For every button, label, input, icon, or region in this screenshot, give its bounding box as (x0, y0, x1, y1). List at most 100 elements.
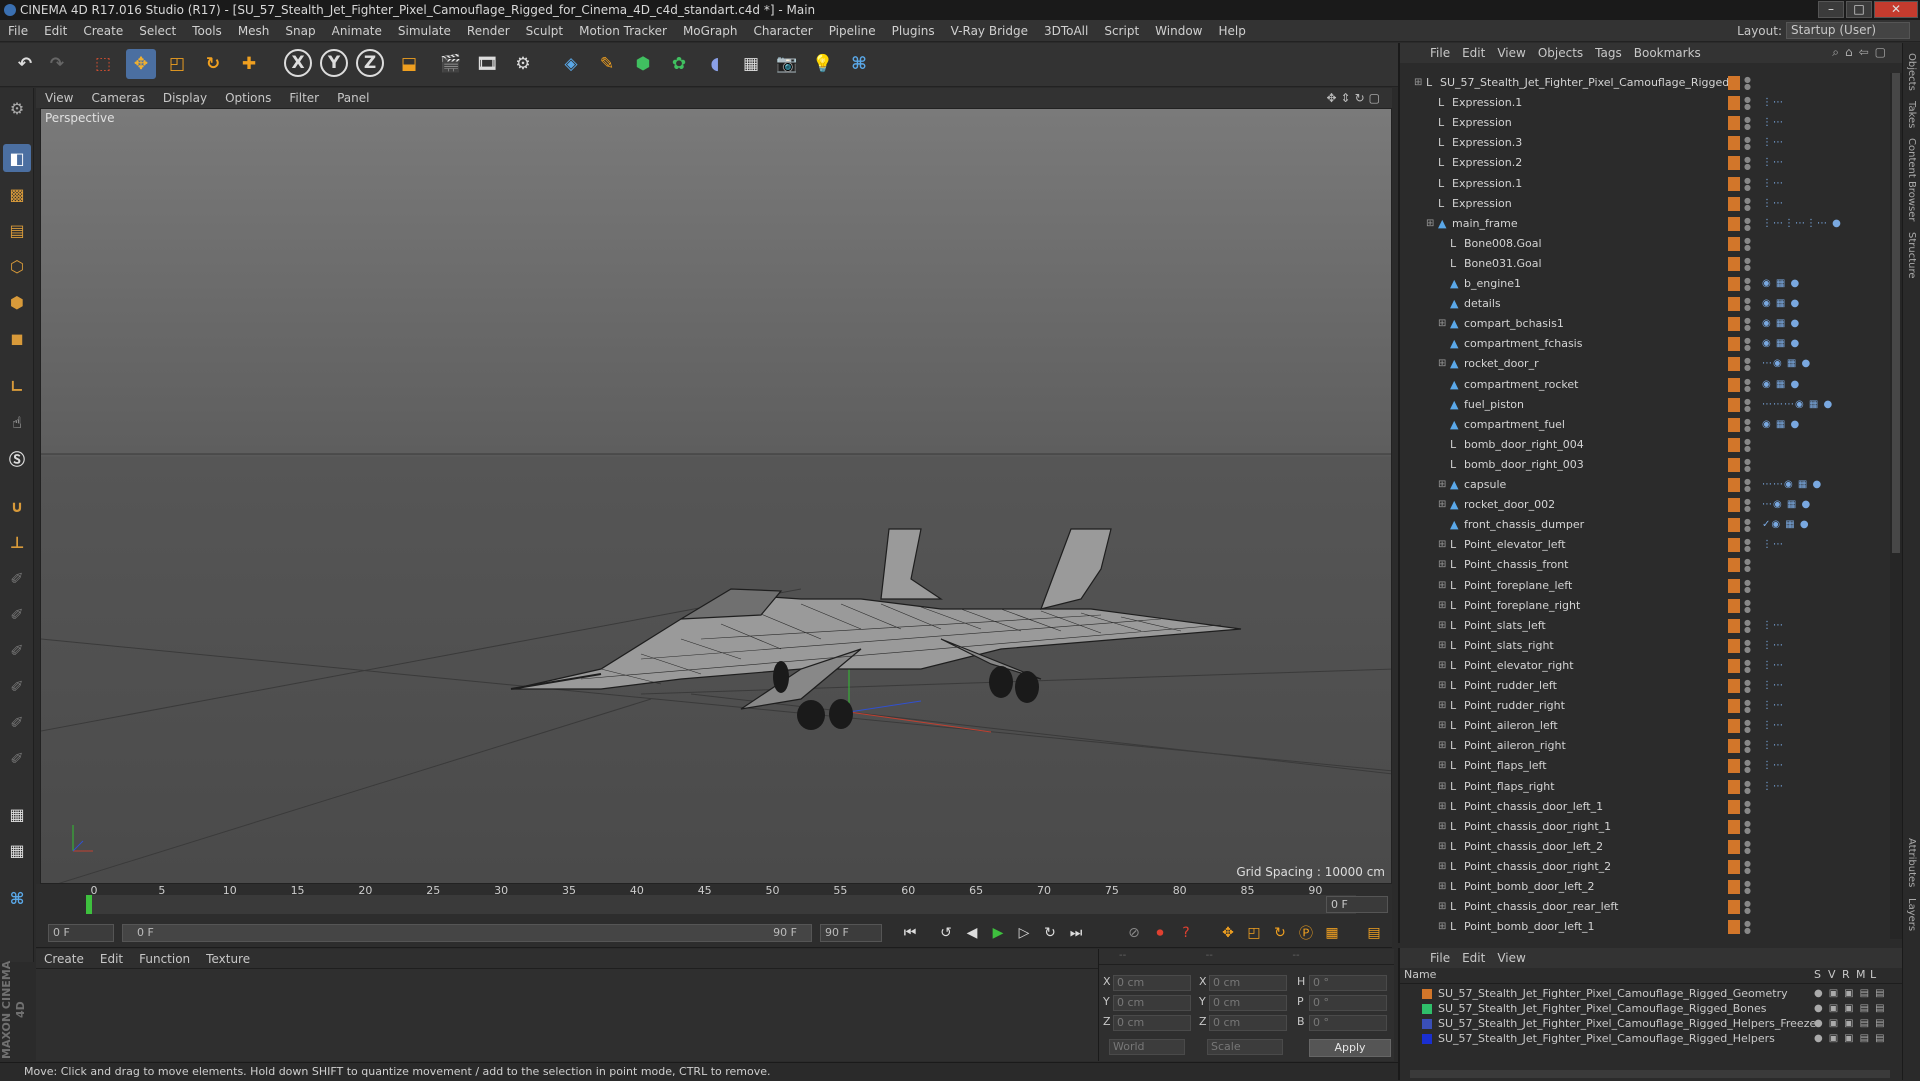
menu-help[interactable]: Help (1210, 24, 1253, 38)
menu-tools[interactable]: Tools (184, 24, 230, 38)
object-menu-edit[interactable]: Edit (1456, 46, 1491, 60)
layer-color-swatch[interactable] (1422, 1004, 1432, 1014)
go-to-start-icon[interactable]: ⏮ (898, 922, 922, 944)
visibility-dots[interactable]: ● ● (1744, 417, 1751, 432)
edges-mode-icon[interactable]: ⬢ (3, 288, 31, 316)
object-tags[interactable]: ⋯⋯⋯◉ ▦ ● (1762, 395, 1833, 415)
layer-color-swatch[interactable] (1728, 277, 1740, 291)
object-menu-view[interactable]: View (1491, 46, 1531, 60)
expand-toggle-icon[interactable]: ⊞ (1438, 535, 1446, 555)
camera-icon[interactable]: 📷 (772, 49, 802, 79)
render-view-icon[interactable]: 🎬 (436, 49, 466, 79)
cloner-icon[interactable]: ✿ (664, 49, 694, 79)
coordinate-system-icon[interactable]: ⬓ (394, 49, 424, 79)
layer-row[interactable]: SU_57_Stealth_Jet_Fighter_Pixel_Camoufla… (1404, 1031, 1894, 1046)
expand-toggle-icon[interactable]: ⊞ (1438, 354, 1446, 374)
layer-color-swatch[interactable] (1728, 699, 1740, 714)
visibility-dots[interactable]: ● ● (1744, 498, 1751, 513)
layer-color-swatch[interactable] (1728, 136, 1740, 151)
magnet-icon[interactable]: ∪ (3, 492, 31, 520)
object-row[interactable]: ▲ details ● ● ◉ ▦ ● (1400, 294, 1890, 314)
side-tab-attributes[interactable]: Attributes (1906, 838, 1917, 887)
previous-frame-icon[interactable]: ◀ (960, 922, 984, 944)
go-to-end-icon[interactable]: ⏭ (1064, 922, 1088, 944)
layer-color-swatch[interactable] (1728, 478, 1740, 492)
apply-button[interactable]: Apply (1309, 1039, 1391, 1057)
spline-pen-icon[interactable]: ✎ (592, 49, 622, 79)
object-tags[interactable]: ⋮⋯ (1762, 174, 1784, 194)
object-row[interactable]: ⊞ L Point_bomb_door_left_1 ● ● (1400, 917, 1890, 937)
menu-v-ray-bridge[interactable]: V-Ray Bridge (943, 24, 1036, 38)
layer-color-swatch[interactable] (1728, 759, 1740, 774)
key-pla-icon[interactable]: ▦ (1320, 922, 1344, 944)
menu-snap[interactable]: Snap (277, 24, 323, 38)
expand-toggle-icon[interactable]: ⊞ (1438, 576, 1446, 596)
viewport-menu-filter[interactable]: Filter (280, 91, 328, 105)
layer-color-swatch[interactable] (1728, 719, 1740, 734)
layer-row[interactable]: SU_57_Stealth_Jet_Fighter_Pixel_Camoufla… (1404, 986, 1894, 1001)
menu-animate[interactable]: Animate (324, 24, 390, 38)
visibility-dots[interactable]: ● ● (1744, 638, 1751, 653)
object-tags[interactable]: ◉ ▦ ● (1762, 375, 1800, 395)
timeline-ruler[interactable] (86, 895, 1356, 914)
layer-color-swatch[interactable] (1728, 518, 1740, 533)
material-menu-texture[interactable]: Texture (198, 952, 258, 966)
scale-tool-icon[interactable]: ◰ (162, 49, 192, 79)
object-row[interactable]: ⊞ L Point_elevator_left ● ● ⋮⋯ (1400, 535, 1890, 555)
object-row[interactable]: ⊞ L Point_flaps_left ● ● ⋮⋯ (1400, 756, 1890, 776)
guide-icon[interactable]: ▦ (3, 836, 31, 864)
undo-icon[interactable]: ↶ (10, 49, 40, 79)
object-tags[interactable]: ◉ ▦ ● (1762, 314, 1800, 334)
visibility-dots[interactable]: ● ● (1744, 337, 1751, 352)
coord-size-field[interactable]: 0 cm (1209, 995, 1287, 1011)
visibility-dots[interactable]: ● ● (1744, 598, 1751, 613)
record-active-icon[interactable]: ⏺ (1148, 922, 1172, 944)
menu-edit[interactable]: Edit (36, 24, 75, 38)
make-editable-icon[interactable]: ⚙ (3, 94, 31, 122)
object-tags[interactable]: ⋮⋯ (1762, 93, 1784, 113)
object-tags[interactable]: ◉ ▦ ● (1762, 274, 1800, 294)
expand-toggle-icon[interactable]: ⊞ (1438, 857, 1446, 877)
expand-toggle-icon[interactable]: ⊞ (1438, 636, 1446, 656)
visibility-dots[interactable]: ● ● (1744, 437, 1751, 452)
menu-window[interactable]: Window (1147, 24, 1210, 38)
object-row[interactable]: ▲ compartment_fuel ● ● ◉ ▦ ● (1400, 415, 1890, 435)
object-tags[interactable]: ⋮⋯ (1762, 696, 1784, 716)
subdivision-surface-icon[interactable]: ⬢ (628, 49, 658, 79)
expand-toggle-icon[interactable]: ⊞ (1438, 897, 1446, 917)
menu-character[interactable]: Character (745, 24, 820, 38)
object-row[interactable]: L Expression.3 ● ● ⋮⋯ (1400, 133, 1890, 153)
menu-sculpt[interactable]: Sculpt (518, 24, 571, 38)
menu-create[interactable]: Create (75, 24, 131, 38)
object-row[interactable]: ⊞ L Point_elevator_right ● ● ⋮⋯ (1400, 656, 1890, 676)
layer-toggle-icons[interactable]: ●▣▣▤▤ (1814, 1031, 1891, 1046)
visibility-dots[interactable]: ● ● (1744, 457, 1751, 472)
object-row[interactable]: ⊞ L Point_chassis_door_left_1 ● ● (1400, 797, 1890, 817)
object-row[interactable]: ⊞ L Point_rudder_left ● ● ⋮⋯ (1400, 676, 1890, 696)
expand-toggle-icon[interactable]: ⊞ (1438, 616, 1446, 636)
object-row[interactable]: ▲ front_chassis_dumper ● ● ✓◉ ▦ ● (1400, 515, 1890, 535)
knife-icon[interactable]: ✐ (3, 708, 31, 736)
layer-color-swatch[interactable] (1728, 618, 1740, 633)
expand-toggle-icon[interactable]: ⊞ (1438, 696, 1446, 716)
menu-file[interactable]: File (0, 24, 36, 38)
expand-toggle-icon[interactable]: ⊞ (1438, 817, 1446, 837)
viewport-nav-icons[interactable]: ✥⇕↻▢ (1326, 88, 1384, 108)
object-manager-search-icon[interactable]: ⌕⌂⇦▢ (1832, 45, 1892, 60)
coord-mode-dropdown[interactable]: Scale (1207, 1039, 1283, 1055)
expand-toggle-icon[interactable]: ⊞ (1438, 314, 1446, 334)
maximize-button[interactable]: □ (1846, 1, 1872, 18)
menu-3dtoall[interactable]: 3DToAll (1036, 24, 1096, 38)
redo-icon[interactable]: ↷ (42, 49, 72, 79)
object-row[interactable]: L Expression ● ● ⋮⋯ (1400, 113, 1890, 133)
object-row[interactable]: ▲ compartment_rocket ● ● ◉ ▦ ● (1400, 375, 1890, 395)
object-tags[interactable]: ◉ ▦ ● (1762, 294, 1800, 314)
timeline-playhead[interactable] (86, 895, 92, 914)
object-row[interactable]: ⊞ ▲ main_frame ● ● ⋮⋯⋮⋯⋮⋯ ● (1400, 214, 1890, 234)
viewport-menu-options[interactable]: Options (216, 91, 280, 105)
object-row[interactable]: ⊞ L Point_aileron_left ● ● ⋮⋯ (1400, 716, 1890, 736)
visibility-dots[interactable]: ● ● (1744, 719, 1751, 734)
menu-simulate[interactable]: Simulate (390, 24, 459, 38)
visibility-dots[interactable]: ● ● (1744, 297, 1751, 312)
visibility-dots[interactable]: ● ● (1744, 277, 1751, 292)
